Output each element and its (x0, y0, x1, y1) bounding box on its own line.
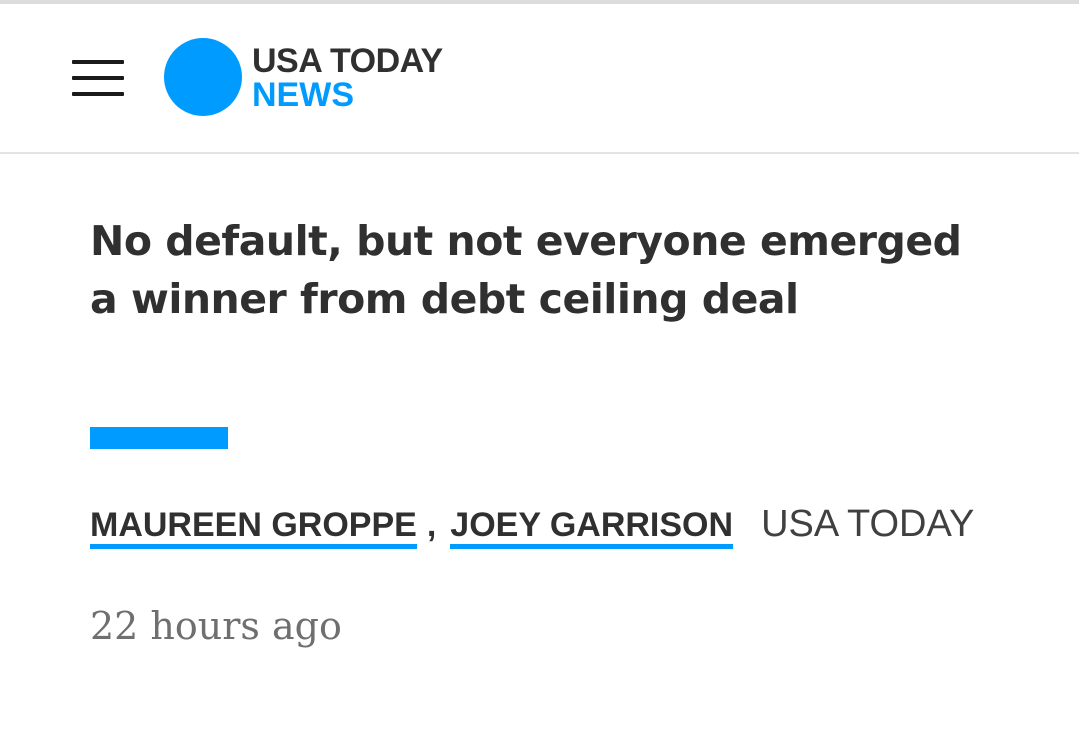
article-source: USA TODAY (761, 503, 975, 545)
site-logo[interactable]: USA TODAY NEWS (252, 44, 443, 112)
logo-brand-name: USA TODAY (252, 42, 443, 80)
usa-today-logo-dot[interactable] (164, 38, 242, 116)
menu-bar (72, 60, 124, 64)
article-timestamp: 22 hours ago (90, 604, 342, 648)
hamburger-menu-icon[interactable] (72, 56, 126, 100)
menu-bar (72, 76, 124, 80)
author-separator: , (426, 506, 437, 544)
headline-accent-bar (90, 427, 228, 449)
logo-section-name: NEWS (252, 76, 354, 114)
byline: MAUREEN GROPPE, JOEY GARRISON USA TODAY (90, 498, 990, 551)
site-header: USA TODAY NEWS (0, 4, 1079, 154)
author-link[interactable]: MAUREEN GROPPE (90, 506, 417, 549)
article-headline: No default, but not everyone emerged a w… (90, 217, 962, 323)
menu-bar (72, 92, 124, 96)
author-link[interactable]: JOEY GARRISON (450, 506, 734, 549)
